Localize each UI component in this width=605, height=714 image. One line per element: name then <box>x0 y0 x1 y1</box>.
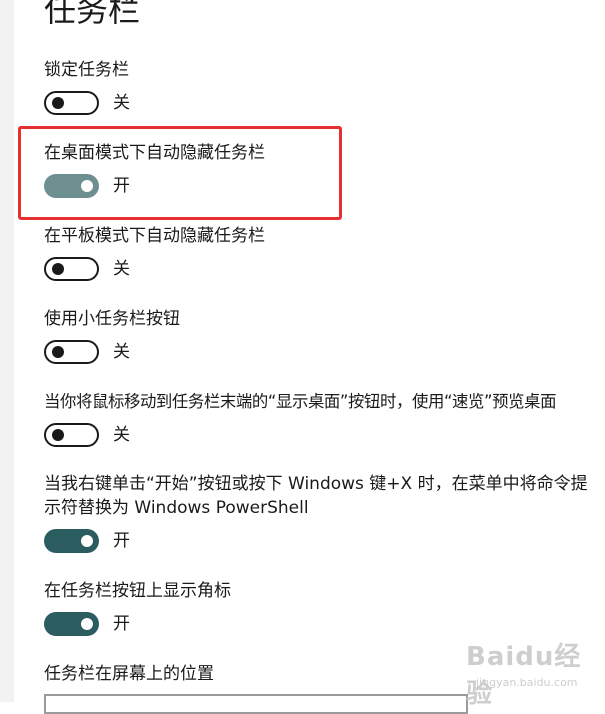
setting-label: 在平板模式下自动隐藏任务栏 <box>44 226 265 246</box>
setting-label: 在任务栏按钮上显示角标 <box>44 581 231 601</box>
setting-label: 当你将鼠标移动到任务栏末端的“显示桌面”按钮时，使用“速览”预览桌面 <box>44 392 557 411</box>
setting-label: 锁定任务栏 <box>44 60 129 80</box>
setting-peek-desktop: 当你将鼠标移动到任务栏末端的“显示桌面”按钮时，使用“速览”预览桌面 关 <box>44 390 600 447</box>
toggle-state-label: 关 <box>113 342 130 362</box>
toggle-knob <box>81 535 93 547</box>
setting-powershell: 当我右键单击“开始”按钮或按下 Windows 键+X 时，在菜单中将命令提示符… <box>44 472 600 553</box>
toggle-state-label: 关 <box>113 425 130 445</box>
toggle-knob <box>52 97 64 109</box>
powershell-toggle[interactable] <box>44 529 99 553</box>
toggle-knob <box>52 346 64 358</box>
setting-label: 使用小任务栏按钮 <box>44 309 180 329</box>
page-title: 任务栏 <box>44 0 141 29</box>
watermark-main: Baidu经验 <box>466 642 582 709</box>
watermark-sub: jingyan.baidu.com <box>476 676 578 689</box>
lock-taskbar-toggle[interactable] <box>44 91 99 115</box>
setting-label: 当我右键单击“开始”按钮或按下 Windows 键+X 时，在菜单中将命令提示符… <box>44 474 588 518</box>
toggle-state-label: 开 <box>113 614 130 634</box>
toggle-knob <box>52 429 64 441</box>
toggle-knob <box>52 263 64 275</box>
highlight-box <box>18 126 342 220</box>
setting-lock-taskbar: 锁定任务栏 关 <box>44 58 600 115</box>
baidu-watermark: Baidu经验 jingyan.baidu.com <box>466 636 600 709</box>
toggle-state-label: 关 <box>113 93 130 113</box>
taskbar-position-dropdown[interactable] <box>44 694 468 714</box>
autohide-tablet-toggle[interactable] <box>44 257 99 281</box>
small-buttons-toggle[interactable] <box>44 340 99 364</box>
settings-nav-rail <box>0 0 14 702</box>
badges-toggle[interactable] <box>44 612 99 636</box>
setting-small-buttons: 使用小任务栏按钮 关 <box>44 307 600 364</box>
toggle-knob <box>81 618 93 630</box>
setting-autohide-tablet: 在平板模式下自动隐藏任务栏 关 <box>44 224 600 281</box>
toggle-state-label: 关 <box>113 259 130 279</box>
peek-desktop-toggle[interactable] <box>44 423 99 447</box>
toggle-state-label: 开 <box>113 531 130 551</box>
setting-badges: 在任务栏按钮上显示角标 开 <box>44 579 600 636</box>
